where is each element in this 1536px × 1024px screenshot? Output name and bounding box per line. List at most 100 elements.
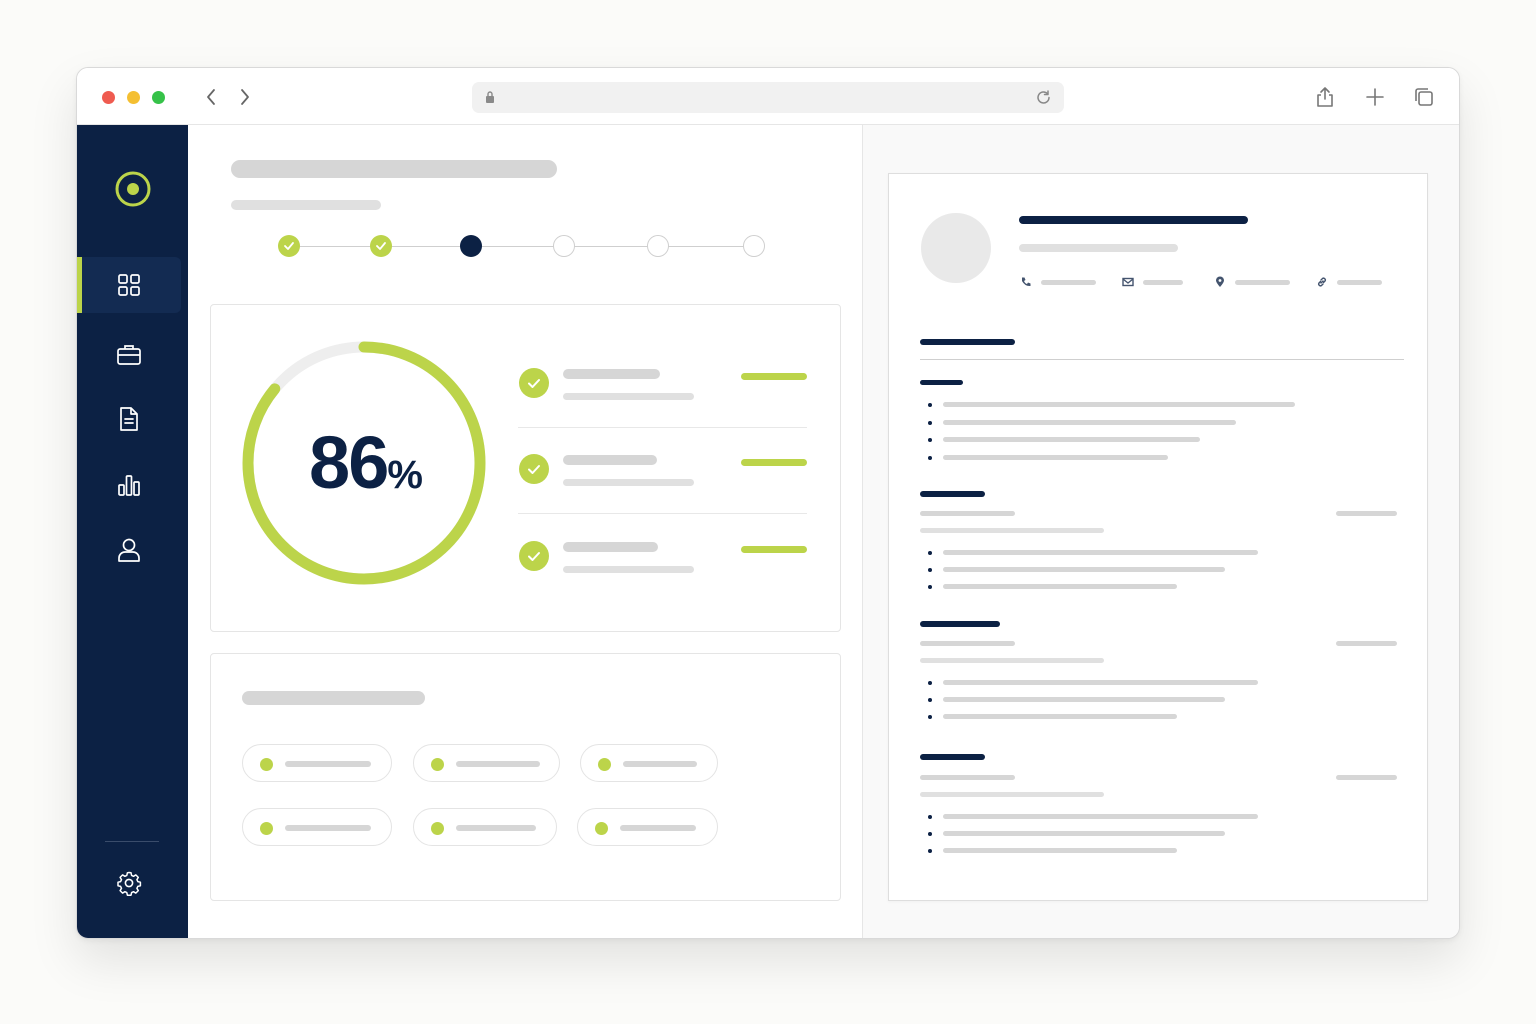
check-icon	[376, 242, 386, 250]
bullet	[928, 438, 932, 442]
browser-toolbar	[77, 68, 1459, 125]
resume-date-placeholder	[1336, 511, 1397, 516]
chip-dot	[431, 758, 444, 771]
resume-bullet-line	[943, 848, 1177, 853]
checklist-status-1	[741, 373, 807, 380]
chip-dot	[598, 758, 611, 771]
chip-dot	[260, 822, 273, 835]
stepper-track	[289, 246, 754, 247]
chip-label-placeholder	[285, 761, 371, 767]
resume-link-placeholder	[1337, 280, 1382, 285]
resume-bullet-line	[943, 697, 1225, 702]
resume-date-placeholder	[1336, 641, 1397, 646]
chip-dot	[595, 822, 608, 835]
resume-location-placeholder	[1235, 280, 1290, 285]
bullet	[928, 849, 932, 853]
resume-bullet-line	[943, 402, 1295, 407]
check-icon	[284, 242, 294, 250]
bullet	[928, 456, 932, 460]
resume-company-placeholder	[920, 528, 1104, 533]
plus-icon[interactable]	[1363, 85, 1387, 109]
bullet	[928, 421, 932, 425]
bar-chart-icon	[118, 475, 140, 496]
skill-chip[interactable]	[577, 808, 718, 846]
score-unit: %	[387, 453, 423, 497]
location-icon	[1216, 276, 1224, 287]
skill-chip[interactable]	[413, 808, 557, 846]
bullet	[928, 715, 932, 719]
resume-headline-placeholder	[1019, 244, 1178, 252]
address-bar[interactable]	[472, 82, 1064, 113]
step-5[interactable]	[647, 235, 669, 257]
resume-bullet-line	[943, 714, 1177, 719]
nav-profile[interactable]	[77, 522, 181, 578]
skills-title-placeholder	[242, 691, 425, 705]
resume-bullet-line	[943, 455, 1168, 460]
resume-date-placeholder	[1336, 775, 1397, 780]
bullet	[928, 585, 932, 589]
resume-company-placeholder	[920, 658, 1104, 663]
resume-subheading	[920, 380, 963, 385]
lock-icon	[486, 91, 494, 103]
checklist-divider	[518, 513, 807, 514]
resume-subheading	[920, 491, 985, 497]
resume-email-placeholder	[1143, 280, 1183, 285]
checklist-divider	[518, 427, 807, 428]
nav-settings[interactable]	[77, 855, 181, 911]
checklist-item-title-3	[563, 542, 658, 552]
resume-bullet-line	[943, 831, 1225, 836]
user-icon	[118, 538, 140, 562]
nav-analytics[interactable]	[77, 457, 181, 513]
skill-chip[interactable]	[580, 744, 718, 782]
chip-label-placeholder	[620, 825, 696, 831]
checklist-item-title-1	[563, 369, 660, 379]
resume-subheading	[920, 754, 985, 760]
skill-chip[interactable]	[242, 808, 392, 846]
nav-documents[interactable]	[77, 391, 181, 447]
resume-bullet-line	[943, 680, 1258, 685]
step-6[interactable]	[743, 235, 765, 257]
score-number: 86	[309, 421, 389, 504]
bullet	[928, 832, 932, 836]
bullet	[928, 551, 932, 555]
minimize-window-button[interactable]	[127, 91, 140, 104]
chip-dot	[431, 822, 444, 835]
mail-icon	[1122, 277, 1134, 287]
page-subtitle-placeholder	[231, 200, 381, 210]
chip-dot	[260, 758, 273, 771]
resume-phone-placeholder	[1041, 280, 1096, 285]
nav-jobs[interactable]	[77, 327, 181, 383]
sidebar-divider	[105, 841, 159, 842]
chip-label-placeholder	[623, 761, 697, 767]
skill-chip[interactable]	[413, 744, 560, 782]
resume-company-placeholder	[920, 792, 1104, 797]
chevron-right-icon[interactable]	[233, 85, 257, 109]
resume-bullet-line	[943, 814, 1258, 819]
sidebar	[77, 125, 188, 938]
tabs-icon[interactable]	[1412, 85, 1436, 109]
checklist-status-3	[741, 546, 807, 553]
resume-bullet-line	[943, 584, 1177, 589]
dashboard-icon	[118, 274, 140, 296]
resume-role-placeholder	[920, 775, 1015, 780]
step-3-current[interactable]	[460, 235, 482, 257]
bullet	[928, 403, 932, 407]
step-4[interactable]	[553, 235, 575, 257]
share-icon[interactable]	[1313, 85, 1337, 109]
resume-bullet-line	[943, 550, 1258, 555]
bullet	[928, 681, 932, 685]
nav-dashboard[interactable]	[77, 257, 181, 313]
chevron-left-icon[interactable]	[199, 85, 223, 109]
phone-icon	[1022, 277, 1031, 287]
close-window-button[interactable]	[102, 91, 115, 104]
resume-role-placeholder	[920, 641, 1015, 646]
avatar	[921, 213, 991, 283]
maximize-window-button[interactable]	[152, 91, 165, 104]
skill-chip[interactable]	[242, 744, 392, 782]
reload-icon[interactable]	[1035, 89, 1052, 106]
chip-label-placeholder	[456, 825, 536, 831]
bullet	[928, 815, 932, 819]
step-1-complete[interactable]	[278, 235, 300, 257]
step-2-complete[interactable]	[370, 235, 392, 257]
resume-subheading	[920, 621, 1000, 627]
